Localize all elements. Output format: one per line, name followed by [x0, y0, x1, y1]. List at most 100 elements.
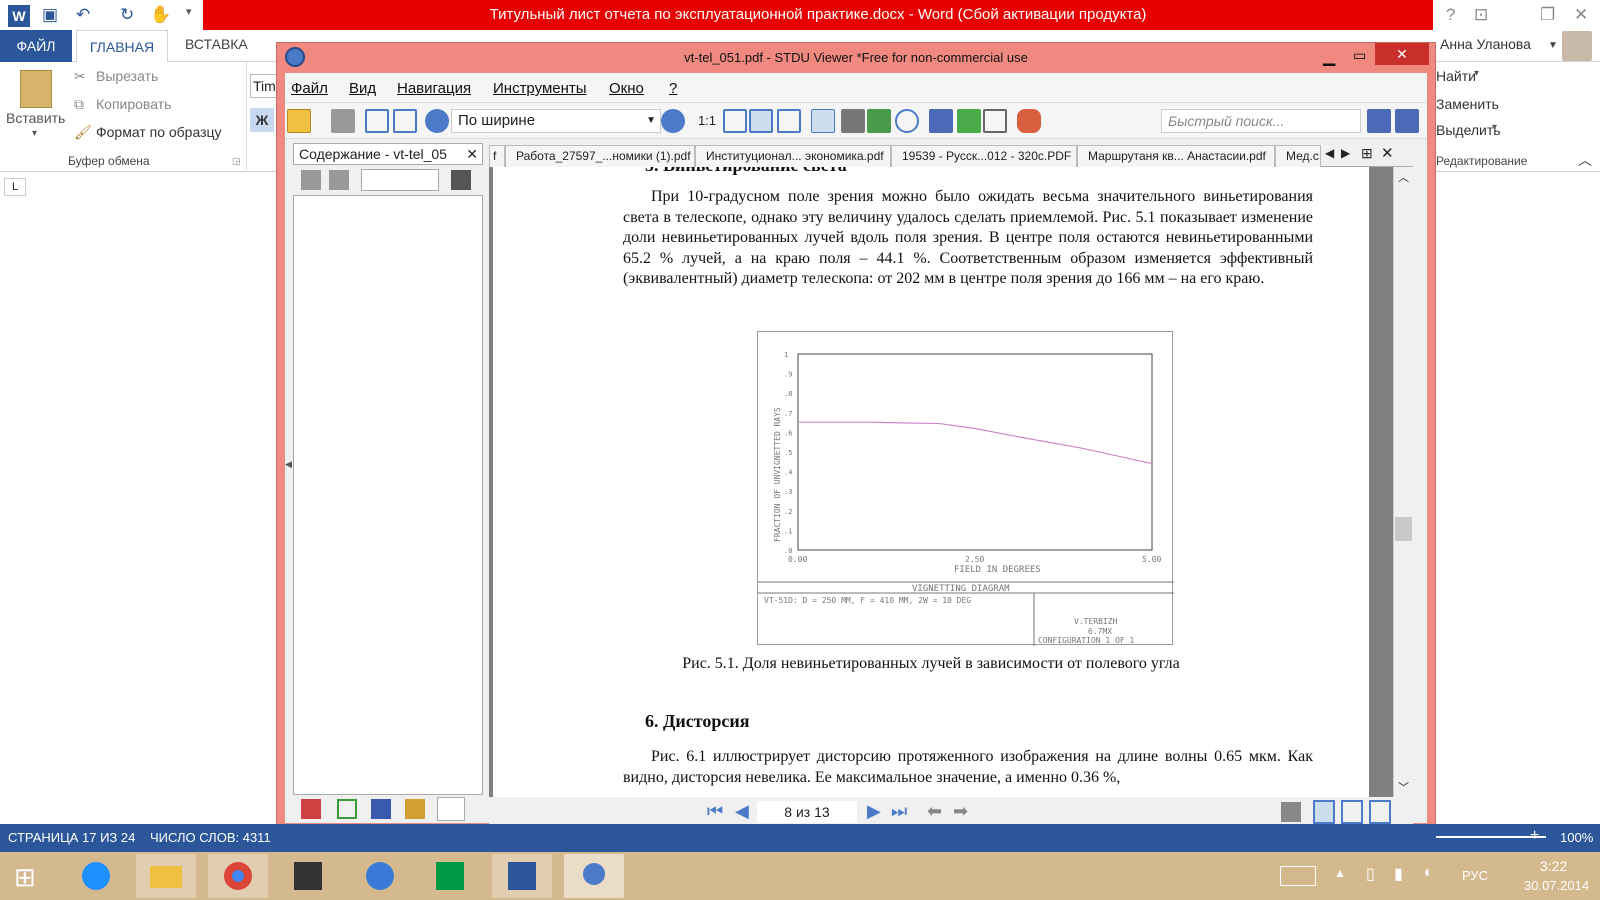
page-counter[interactable]: 8 из 13 — [757, 801, 857, 823]
collapse-all-icon[interactable] — [329, 170, 349, 190]
find-chevron-icon[interactable]: ▾ — [1474, 68, 1479, 79]
doc-tab-1[interactable]: Работа_27597_...номики (1).pdf — [505, 145, 695, 167]
volume-icon[interactable]: ◖ — [1422, 864, 1432, 882]
image-select-icon[interactable] — [867, 109, 891, 133]
fit-page-icon[interactable] — [723, 109, 747, 133]
grid-view-icon[interactable] — [1369, 800, 1391, 824]
doc-tab-0[interactable]: f — [489, 145, 505, 167]
copy-button[interactable]: Копировать — [96, 96, 171, 112]
scissors-icon[interactable]: ✂ — [74, 68, 86, 85]
find-binoculars-icon[interactable] — [929, 109, 953, 133]
taskbar-media-player[interactable] — [278, 854, 338, 898]
status-page[interactable]: СТРАНИЦА 17 ИЗ 24 — [8, 830, 135, 845]
user-menu-chevron-icon[interactable]: ▼ — [1548, 40, 1558, 51]
scroll-down-icon[interactable]: ﹀ — [1398, 779, 1409, 795]
menu-view[interactable]: Вид — [349, 80, 376, 97]
ribbon-display-icon[interactable]: ⊡ — [1474, 5, 1488, 25]
restore-icon[interactable]: ❐ — [1540, 5, 1555, 25]
tab-insert[interactable]: ВСТАВКА — [185, 36, 248, 52]
close-tab-icon[interactable]: ✕ — [1381, 144, 1394, 162]
rotate-icon[interactable] — [957, 109, 981, 133]
actual-size-button[interactable]: 1:1 — [695, 109, 719, 133]
panel-close-icon[interactable]: ✕ — [466, 144, 478, 164]
vertical-scrollbar[interactable]: ︿ ﹀ — [1393, 167, 1413, 797]
format-painter-button[interactable]: Формат по образцу — [96, 124, 222, 140]
menu-window[interactable]: Окно — [609, 80, 644, 97]
undo-icon[interactable]: ↶ — [76, 5, 90, 25]
prev-document-icon[interactable] — [365, 109, 389, 133]
replace-button[interactable]: Заменить — [1436, 96, 1499, 112]
menu-file[interactable]: Файл — [291, 80, 328, 97]
contents-tab-icon[interactable] — [437, 797, 465, 821]
scroll-up-icon[interactable]: ︿ — [1398, 169, 1409, 185]
print-icon[interactable] — [331, 109, 355, 133]
panel-search-input[interactable] — [361, 169, 439, 191]
customize-qa-icon[interactable]: ▾ — [186, 5, 192, 18]
search-next-icon[interactable] — [1395, 109, 1419, 133]
contents-tree[interactable] — [293, 195, 483, 795]
next-document-icon[interactable] — [393, 109, 417, 133]
bold-button[interactable]: Ж — [250, 108, 274, 132]
tab-stop-selector-icon[interactable]: L — [4, 178, 26, 196]
tabs-scroll-right-icon[interactable]: ▶ — [1341, 146, 1350, 160]
last-page-icon[interactable]: ⏭ — [891, 801, 907, 822]
save-icon[interactable]: ▣ — [42, 5, 58, 25]
brush-icon[interactable]: 🖌 — [74, 124, 92, 141]
single-page-view-icon[interactable] — [1313, 800, 1335, 824]
user-name[interactable]: Анна Уланова — [1440, 36, 1531, 52]
zoom-dropdown-chevron-icon[interactable]: ▼ — [646, 110, 656, 132]
tabs-scroll-left-icon[interactable]: ◀ — [1325, 146, 1334, 160]
clipboard-icon[interactable] — [20, 70, 52, 108]
doc-tab-2[interactable]: Институционал... экономика.pdf — [695, 145, 891, 167]
menu-help[interactable]: ? — [669, 80, 677, 97]
settings-gear-icon[interactable] — [1281, 802, 1301, 822]
copy-page-icon[interactable] — [983, 109, 1007, 133]
bookmarks-tab-icon[interactable] — [301, 799, 321, 819]
search-prev-icon[interactable] — [1367, 109, 1391, 133]
battery-icon[interactable]: ▯ — [1366, 864, 1375, 884]
status-zoom[interactable]: 100% — [1560, 830, 1593, 845]
taskbar-itunes[interactable] — [350, 854, 410, 898]
fit-height-icon[interactable] — [777, 109, 801, 133]
clock-date[interactable]: 30.07.2014 — [1524, 878, 1589, 893]
touch-mode-icon[interactable]: ✋ — [150, 5, 171, 25]
doc-tab-3[interactable]: 19539 - Русск...012 - 320c.PDF — [891, 145, 1077, 167]
text-select-icon[interactable] — [841, 109, 865, 133]
next-page-icon[interactable]: ▶ — [867, 801, 881, 822]
zoom-in-icon[interactable] — [661, 109, 685, 133]
taskbar-ie[interactable] — [66, 854, 126, 898]
doc-tab-5[interactable]: Мед.с — [1275, 145, 1321, 167]
clock-time[interactable]: 3:22 — [1540, 858, 1567, 874]
thumbnails-tab-icon[interactable] — [337, 799, 357, 819]
history-forward-icon[interactable]: ➡ — [953, 801, 968, 822]
paste-button[interactable]: Вставить — [6, 110, 65, 126]
open-folder-icon[interactable] — [287, 109, 311, 133]
dialog-launcher-icon[interactable]: ◲ — [232, 156, 241, 167]
close-icon[interactable]: ✕ — [1574, 5, 1588, 25]
taskbar-chrome[interactable] — [208, 854, 268, 898]
expand-all-icon[interactable] — [301, 170, 321, 190]
tray-expand-icon[interactable]: ▲ — [1334, 866, 1346, 880]
scroll-thumb[interactable] — [1395, 517, 1412, 541]
fit-width-icon[interactable] — [749, 109, 773, 133]
quick-search-input[interactable]: Быстрый поиск... — [1161, 109, 1361, 133]
zoom-mode-select[interactable]: По ширине ▼ — [451, 109, 661, 133]
keyboard-icon[interactable] — [1280, 866, 1316, 886]
panel-splitter-icon[interactable]: ◀ — [285, 459, 292, 470]
taskbar-store[interactable] — [420, 854, 480, 898]
maximize-icon[interactable]: ▭ — [1353, 47, 1366, 64]
two-page-view-icon[interactable] — [1341, 800, 1363, 824]
search-tab-icon[interactable] — [371, 799, 391, 819]
prev-page-icon[interactable]: ◀ — [735, 801, 749, 822]
collapse-ribbon-icon[interactable]: ︿ — [1578, 150, 1592, 170]
select-button[interactable]: Выделить — [1436, 122, 1501, 138]
tab-home[interactable]: ГЛАВНАЯ — [76, 30, 168, 63]
redo-icon[interactable]: ↻ — [120, 5, 134, 25]
page-viewport[interactable]: 5. Виньетирование света При 10-градусном… — [489, 167, 1393, 797]
magnifier-icon[interactable] — [895, 109, 919, 133]
menu-navigation[interactable]: Навигация — [397, 80, 471, 97]
paste-chevron-icon[interactable]: ▾ — [32, 128, 37, 139]
language-indicator[interactable]: РУС — [1462, 868, 1488, 883]
zoom-in-plus-icon[interactable]: + — [1530, 827, 1539, 845]
tabs-list-icon[interactable]: ⊞ — [1361, 145, 1373, 162]
